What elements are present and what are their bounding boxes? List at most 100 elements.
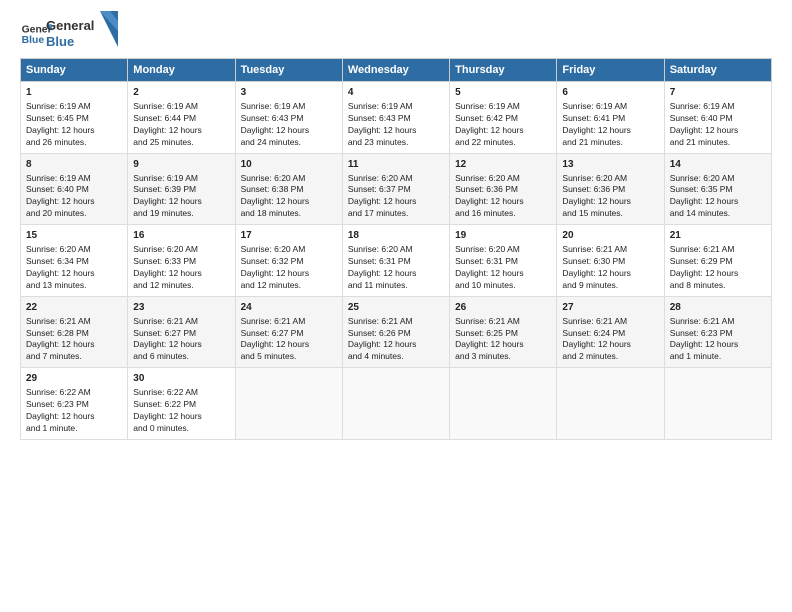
day-info-line: Sunrise: 6:21 AM: [670, 244, 766, 256]
day-info-line: and 10 minutes.: [455, 280, 551, 292]
day-info-line: and 25 minutes.: [133, 137, 229, 149]
calendar-week-row: 22Sunrise: 6:21 AMSunset: 6:28 PMDayligh…: [21, 296, 772, 368]
day-number: 14: [670, 158, 766, 172]
day-info-line: Sunset: 6:29 PM: [670, 256, 766, 268]
day-number: 29: [26, 372, 122, 386]
day-info-line: Sunset: 6:42 PM: [455, 113, 551, 125]
day-info-line: and 26 minutes.: [26, 137, 122, 149]
day-info-line: Daylight: 12 hours: [26, 268, 122, 280]
day-info-line: Sunrise: 6:19 AM: [133, 101, 229, 113]
calendar-week-row: 1Sunrise: 6:19 AMSunset: 6:45 PMDaylight…: [21, 82, 772, 154]
day-info-line: Daylight: 12 hours: [241, 268, 337, 280]
day-number: 19: [455, 229, 551, 243]
day-info-line: Sunset: 6:23 PM: [26, 399, 122, 411]
day-info-line: Daylight: 12 hours: [562, 268, 658, 280]
calendar-cell: [664, 368, 771, 440]
calendar-cell: 15Sunrise: 6:20 AMSunset: 6:34 PMDayligh…: [21, 225, 128, 297]
day-number: 17: [241, 229, 337, 243]
day-info-line: Sunrise: 6:20 AM: [348, 173, 444, 185]
day-number: 9: [133, 158, 229, 172]
calendar-cell: 19Sunrise: 6:20 AMSunset: 6:31 PMDayligh…: [450, 225, 557, 297]
day-number: 16: [133, 229, 229, 243]
day-info-line: Sunrise: 6:21 AM: [133, 316, 229, 328]
calendar-cell: 4Sunrise: 6:19 AMSunset: 6:43 PMDaylight…: [342, 82, 449, 154]
day-info-line: Sunrise: 6:20 AM: [348, 244, 444, 256]
calendar-cell: 9Sunrise: 6:19 AMSunset: 6:39 PMDaylight…: [128, 153, 235, 225]
day-number: 25: [348, 301, 444, 315]
day-info-line: Sunrise: 6:21 AM: [562, 316, 658, 328]
day-info-line: Sunrise: 6:19 AM: [562, 101, 658, 113]
day-info-line: Daylight: 12 hours: [241, 196, 337, 208]
calendar-cell: 24Sunrise: 6:21 AMSunset: 6:27 PMDayligh…: [235, 296, 342, 368]
day-info-line: and 5 minutes.: [241, 351, 337, 363]
day-number: 1: [26, 86, 122, 100]
day-info-line: and 12 minutes.: [133, 280, 229, 292]
day-info-line: Daylight: 12 hours: [670, 339, 766, 351]
day-info-line: and 23 minutes.: [348, 137, 444, 149]
day-header-thursday: Thursday: [450, 59, 557, 82]
logo: General Blue General Blue: [20, 18, 118, 50]
day-number: 2: [133, 86, 229, 100]
day-number: 21: [670, 229, 766, 243]
day-info-line: Sunset: 6:44 PM: [133, 113, 229, 125]
day-number: 10: [241, 158, 337, 172]
day-info-line: and 14 minutes.: [670, 208, 766, 220]
calendar-cell: 3Sunrise: 6:19 AMSunset: 6:43 PMDaylight…: [235, 82, 342, 154]
day-info-line: Sunrise: 6:20 AM: [241, 173, 337, 185]
day-info-line: Daylight: 12 hours: [241, 339, 337, 351]
calendar-cell: 1Sunrise: 6:19 AMSunset: 6:45 PMDaylight…: [21, 82, 128, 154]
day-number: 27: [562, 301, 658, 315]
day-info-line: Sunset: 6:25 PM: [455, 328, 551, 340]
logo-blue: Blue: [46, 34, 94, 50]
day-info-line: Sunset: 6:39 PM: [133, 184, 229, 196]
day-info-line: Sunset: 6:31 PM: [455, 256, 551, 268]
day-number: 13: [562, 158, 658, 172]
day-info-line: Sunrise: 6:22 AM: [26, 387, 122, 399]
day-info-line: Sunset: 6:31 PM: [348, 256, 444, 268]
day-info-line: Sunrise: 6:21 AM: [455, 316, 551, 328]
day-info-line: Sunrise: 6:20 AM: [26, 244, 122, 256]
day-info-line: Sunrise: 6:20 AM: [133, 244, 229, 256]
calendar-week-row: 8Sunrise: 6:19 AMSunset: 6:40 PMDaylight…: [21, 153, 772, 225]
day-header-saturday: Saturday: [664, 59, 771, 82]
day-info-line: Sunset: 6:34 PM: [26, 256, 122, 268]
day-info-line: Sunset: 6:28 PM: [26, 328, 122, 340]
day-info-line: Sunset: 6:43 PM: [348, 113, 444, 125]
day-info-line: Daylight: 12 hours: [26, 339, 122, 351]
calendar-cell: 8Sunrise: 6:19 AMSunset: 6:40 PMDaylight…: [21, 153, 128, 225]
day-number: 20: [562, 229, 658, 243]
day-info-line: Sunset: 6:32 PM: [241, 256, 337, 268]
day-info-line: Sunset: 6:40 PM: [670, 113, 766, 125]
calendar-cell: 6Sunrise: 6:19 AMSunset: 6:41 PMDaylight…: [557, 82, 664, 154]
day-info-line: Daylight: 12 hours: [26, 411, 122, 423]
day-info-line: and 13 minutes.: [26, 280, 122, 292]
day-info-line: and 7 minutes.: [26, 351, 122, 363]
calendar-cell: 27Sunrise: 6:21 AMSunset: 6:24 PMDayligh…: [557, 296, 664, 368]
day-info-line: Sunset: 6:27 PM: [133, 328, 229, 340]
day-info-line: Sunset: 6:27 PM: [241, 328, 337, 340]
day-info-line: Sunrise: 6:20 AM: [455, 244, 551, 256]
calendar-cell: 5Sunrise: 6:19 AMSunset: 6:42 PMDaylight…: [450, 82, 557, 154]
day-info-line: Daylight: 12 hours: [348, 125, 444, 137]
day-info-line: Sunrise: 6:19 AM: [241, 101, 337, 113]
logo-arrow-icon: [100, 11, 118, 47]
calendar-cell: 25Sunrise: 6:21 AMSunset: 6:26 PMDayligh…: [342, 296, 449, 368]
day-number: 23: [133, 301, 229, 315]
day-info-line: Sunset: 6:41 PM: [562, 113, 658, 125]
calendar-cell: 29Sunrise: 6:22 AMSunset: 6:23 PMDayligh…: [21, 368, 128, 440]
day-number: 3: [241, 86, 337, 100]
day-header-friday: Friday: [557, 59, 664, 82]
page-header: General Blue General Blue: [20, 18, 772, 50]
day-info-line: Sunset: 6:43 PM: [241, 113, 337, 125]
day-info-line: and 4 minutes.: [348, 351, 444, 363]
calendar-cell: 20Sunrise: 6:21 AMSunset: 6:30 PMDayligh…: [557, 225, 664, 297]
calendar-cell: 12Sunrise: 6:20 AMSunset: 6:36 PMDayligh…: [450, 153, 557, 225]
calendar-cell: [342, 368, 449, 440]
day-number: 28: [670, 301, 766, 315]
day-header-wednesday: Wednesday: [342, 59, 449, 82]
day-header-sunday: Sunday: [21, 59, 128, 82]
day-info-line: and 21 minutes.: [562, 137, 658, 149]
calendar-cell: 30Sunrise: 6:22 AMSunset: 6:22 PMDayligh…: [128, 368, 235, 440]
day-number: 30: [133, 372, 229, 386]
day-info-line: and 15 minutes.: [562, 208, 658, 220]
